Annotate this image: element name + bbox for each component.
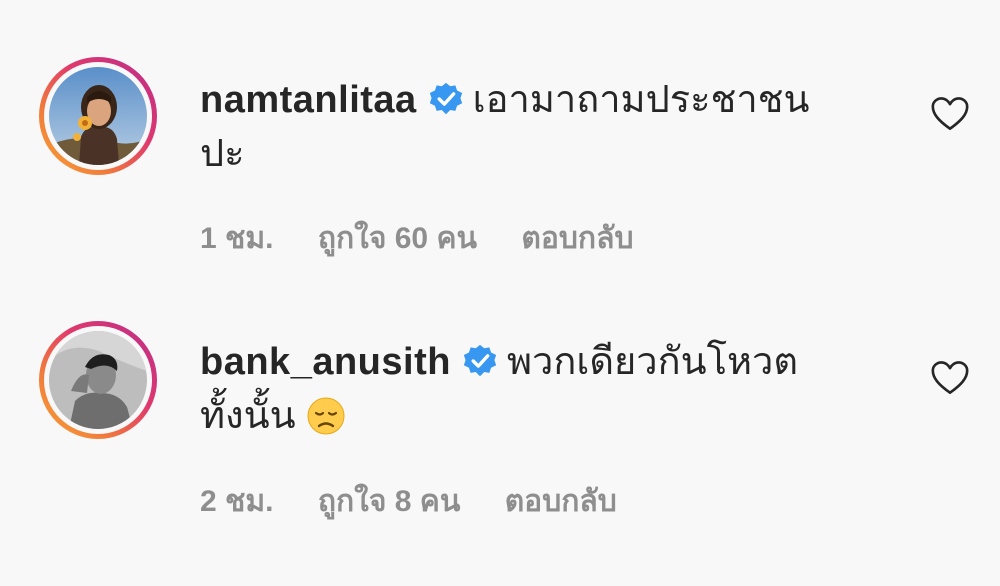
comment-body: พวกเดียวกันโหวต (506, 341, 799, 383)
comment-body: เอามาถามประชาชน (472, 79, 810, 121)
avatar-photo-man (49, 331, 147, 429)
username[interactable]: bank_anusith (200, 341, 451, 383)
verified-badge-icon (463, 344, 497, 377)
heart-icon[interactable] (930, 96, 970, 132)
reply-button[interactable]: ตอบกลับ (505, 485, 617, 518)
comment-text: bank_anusith พวกเดียวกันโหวต (200, 338, 798, 386)
username[interactable]: namtanlitaa (200, 79, 417, 121)
reply-button[interactable]: ตอบกลับ (521, 222, 633, 255)
comment-text-line2: ทั้งนั้น (200, 392, 346, 440)
verified-badge-icon (429, 82, 462, 115)
avatar[interactable] (49, 331, 147, 429)
comment-body-continued: ทั้งนั้น (200, 395, 296, 437)
heart-icon[interactable] (930, 360, 970, 396)
avatar-photo-woman (49, 67, 147, 165)
comment-text: namtanlitaa เอามาถามประชาชน (200, 76, 809, 124)
story-ring[interactable] (39, 57, 157, 175)
likes-count[interactable]: ถูกใจ 60 คน (318, 222, 477, 255)
disappointed-face-emoji-icon (307, 397, 345, 435)
comment-body-continued: ปะ (200, 133, 245, 175)
likes-count[interactable]: ถูกใจ 8 คน (318, 485, 461, 518)
avatar[interactable] (49, 67, 147, 165)
timestamp[interactable]: 2 ชม. (200, 485, 274, 518)
comment-meta: 2 ชม. ถูกใจ 8 คน ตอบกลับ (200, 482, 653, 522)
timestamp[interactable]: 1 ชม. (200, 222, 274, 255)
story-ring[interactable] (39, 321, 157, 439)
comment-meta: 1 ชม. ถูกใจ 60 คน ตอบกลับ (200, 219, 670, 259)
